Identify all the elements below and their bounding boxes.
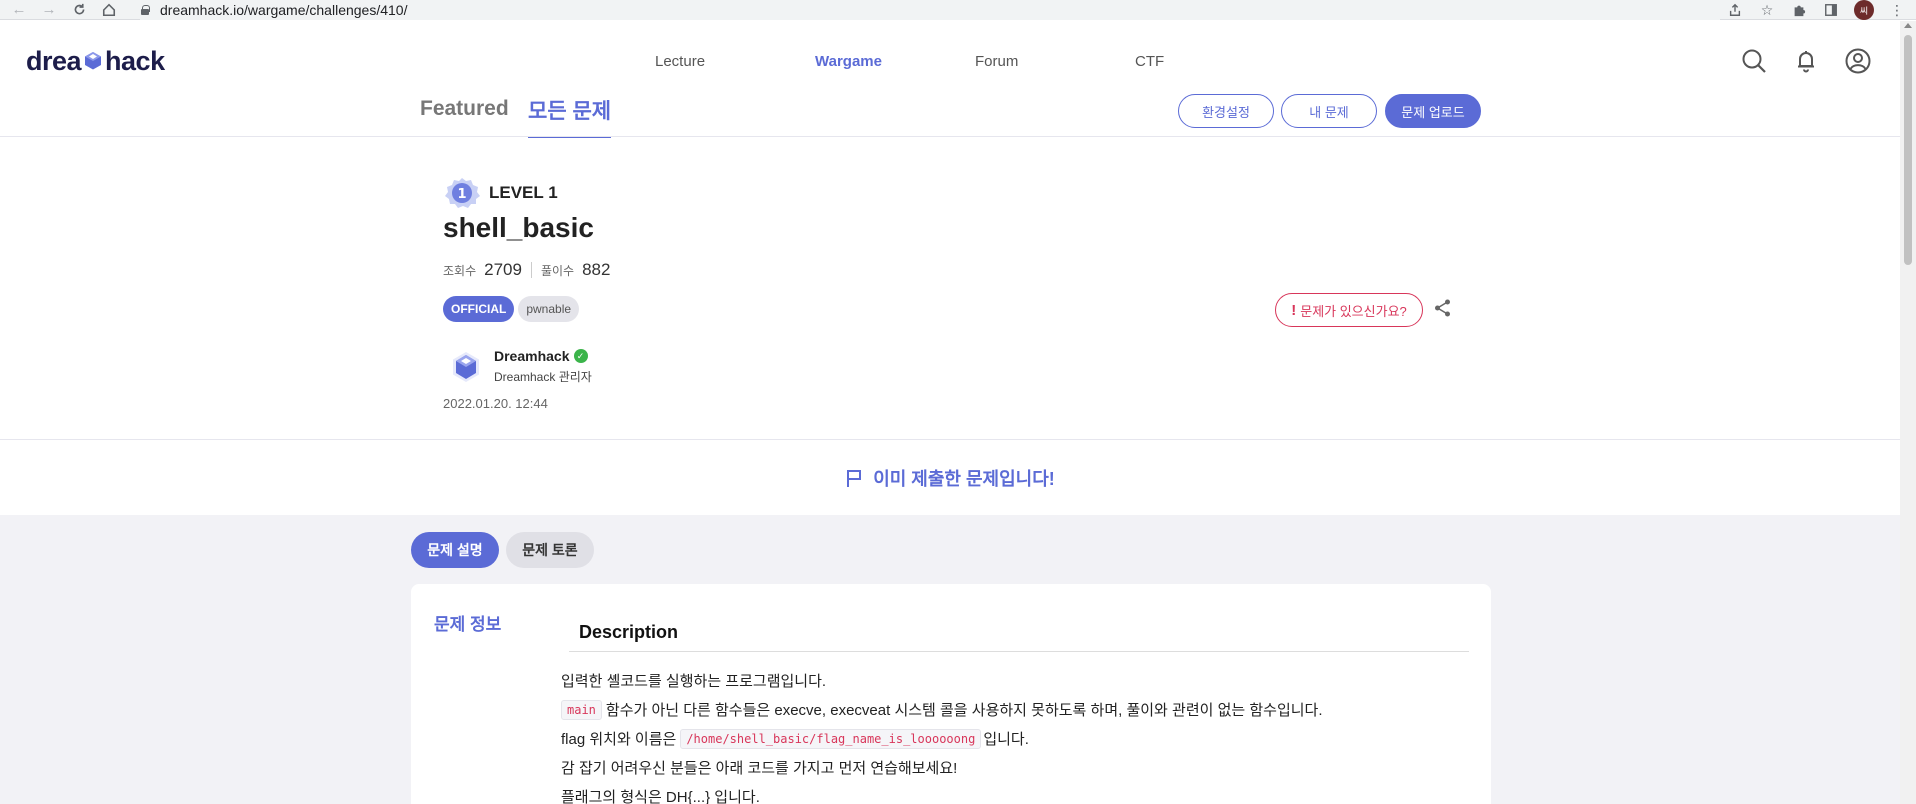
challenge-tags: OFFICIAL pwnable: [443, 296, 580, 322]
tab-discussion[interactable]: 문제 토론: [506, 532, 594, 568]
header-icons: [1740, 47, 1872, 75]
site-header: drea hack Lecture Wargame Forum CTF: [0, 21, 1900, 77]
author-name: Dreamhack ✓: [494, 348, 592, 364]
flag-icon: [847, 469, 862, 487]
browser-nav-buttons: ← →: [8, 0, 120, 20]
description-text: 함수가 아닌 다른 함수들은 execve, execveat 시스템 콜을 사…: [605, 702, 1323, 719]
views-count: 2709: [484, 260, 522, 279]
challenge-title: shell_basic: [443, 212, 594, 243]
solves-label: 풀이수: [540, 263, 575, 278]
browser-menu-icon[interactable]: ⋮: [1888, 1, 1906, 19]
description-text: 입니다.: [983, 731, 1029, 748]
main-nav: Lecture Wargame Forum CTF: [0, 53, 1900, 73]
inline-code-main: main: [561, 699, 602, 720]
page-scrollbar[interactable]: [1900, 21, 1916, 804]
problem-info-card: 문제 정보 Description 입력한 셸코드를 실행하는 프로그램입니다.…: [411, 584, 1491, 804]
wargame-subheader: Featured 모든 문제 환경설정 내 문제 문제 업로드: [0, 77, 1900, 139]
forward-arrow-icon[interactable]: →: [38, 0, 60, 20]
description-heading: Description: [569, 622, 1469, 652]
report-problem-button[interactable]: ! 문제가 있으신가요?: [1275, 293, 1423, 327]
search-icon[interactable]: [1740, 47, 1768, 75]
level-badge-icon: 1: [445, 178, 480, 208]
share-page-icon[interactable]: [1726, 1, 1744, 19]
report-label: 문제가 있으신가요?: [1300, 303, 1407, 319]
tab-featured[interactable]: Featured: [420, 97, 509, 121]
tag-official[interactable]: OFFICIAL: [443, 296, 515, 322]
verified-check-icon: ✓: [573, 349, 588, 363]
tab-description[interactable]: 문제 설명: [411, 532, 499, 568]
description-line: main 함수가 아닌 다른 함수들은 execve, execveat 시스템…: [561, 695, 1323, 724]
reload-icon[interactable]: [68, 0, 90, 20]
nav-lecture[interactable]: Lecture: [655, 53, 705, 70]
lock-icon: [140, 5, 150, 15]
scroll-up-arrow-icon[interactable]: [1904, 23, 1912, 28]
solves-count: 882: [582, 260, 611, 279]
profile-avatar[interactable]: 씨: [1854, 0, 1874, 20]
side-panel-icon[interactable]: [1822, 1, 1840, 19]
url-text: dreamhack.io/wargame/challenges/410/: [160, 2, 408, 18]
description-body: 입력한 셸코드를 실행하는 프로그램입니다. main 함수가 아닌 다른 함수…: [561, 666, 1323, 804]
nav-ctf[interactable]: CTF: [1135, 53, 1164, 70]
description-line: 입력한 셸코드를 실행하는 프로그램입니다.: [561, 666, 1323, 695]
back-arrow-icon[interactable]: ←: [8, 0, 30, 20]
exclamation-icon: !: [1291, 301, 1297, 319]
browser-toolbar: ← → dreamhack.io/wargame/challenges/410/…: [0, 0, 1916, 20]
nav-forum[interactable]: Forum: [975, 53, 1018, 70]
notification-bell-icon[interactable]: [1792, 47, 1820, 75]
created-date: 2022.01.20. 12:44: [443, 396, 548, 411]
svg-text:1: 1: [457, 187, 466, 202]
description-text: 입력한 셸코드를 실행하는 프로그램입니다.: [561, 673, 827, 690]
stats-divider: [530, 262, 532, 278]
description-text: 감 잡기 어려우신 분들은 아래 코드를 가지고 먼저 연습해보세요!: [561, 760, 958, 777]
home-icon[interactable]: [98, 0, 120, 20]
problem-info-label: 문제 정보: [434, 615, 502, 634]
content-area: 문제 설명 문제 토론 문제 정보 Description 입력한 셸코드를 실…: [0, 515, 1900, 804]
description-text: 플래그의 형식은 DH{...} 입니다.: [561, 789, 760, 804]
tag-pwnable[interactable]: pwnable: [518, 296, 580, 322]
address-bar[interactable]: dreamhack.io/wargame/challenges/410/: [140, 0, 1720, 20]
level-row: 1 LEVEL 1: [443, 177, 558, 209]
user-profile-icon[interactable]: [1844, 47, 1872, 75]
level-label: LEVEL 1: [489, 183, 558, 202]
my-problems-button[interactable]: 내 문제: [1281, 94, 1377, 128]
author-role: Dreamhack 관리자: [494, 370, 592, 384]
description-text: flag 위치와 이름은: [561, 731, 677, 748]
author-avatar-icon: [453, 351, 479, 382]
solved-banner: 이미 제출한 문제입니다!: [0, 439, 1900, 515]
scrollbar-thumb[interactable]: [1904, 35, 1912, 265]
bookmark-star-icon[interactable]: ☆: [1758, 1, 1776, 19]
extensions-puzzle-icon[interactable]: [1790, 1, 1808, 19]
solved-text: 이미 제출한 문제입니다!: [873, 468, 1055, 489]
challenge-stats: 조회수 2709 풀이수 882: [443, 260, 610, 280]
description-line: 플래그의 형식은 DH{...} 입니다.: [561, 782, 1323, 804]
description-line: 감 잡기 어려우신 분들은 아래 코드를 가지고 먼저 연습해보세요!: [561, 753, 1323, 782]
settings-button[interactable]: 환경설정: [1178, 94, 1274, 128]
tab-all-problems[interactable]: 모든 문제: [528, 95, 612, 139]
inline-code-flag-path: /home/shell_basic/flag_name_is_loooooong: [680, 728, 982, 749]
author-block[interactable]: Dreamhack ✓ Dreamhack 관리자: [448, 348, 592, 385]
author-text: Dreamhack ✓ Dreamhack 관리자: [494, 348, 592, 385]
views-label: 조회수: [443, 263, 477, 278]
upload-problem-button[interactable]: 문제 업로드: [1385, 94, 1481, 128]
share-icon[interactable]: [1433, 298, 1453, 318]
browser-actions: ☆ 씨 ⋮: [1726, 0, 1916, 20]
challenge-info: 1 LEVEL 1 shell_basic 조회수 2709 풀이수 882 O…: [0, 138, 1900, 438]
description-line: flag 위치와 이름은 /home/shell_basic/flag_name…: [561, 724, 1323, 753]
nav-wargame[interactable]: Wargame: [815, 53, 882, 70]
author-name-text: Dreamhack: [494, 348, 570, 364]
